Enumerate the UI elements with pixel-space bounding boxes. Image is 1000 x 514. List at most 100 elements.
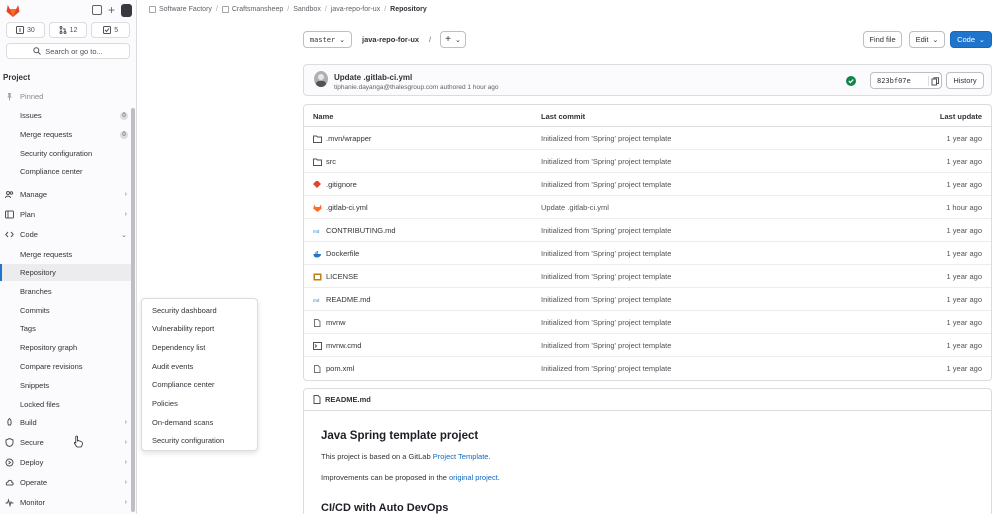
- sidebar-item-branches[interactable]: Branches: [0, 283, 131, 300]
- commit-title[interactable]: Update .gitlab-ci.yml: [334, 73, 412, 82]
- sidebar-item-snippets[interactable]: Snippets: [0, 377, 131, 394]
- user-avatar[interactable]: [121, 3, 132, 17]
- sidebar-group-build[interactable]: Build ›: [0, 414, 131, 431]
- file-name-cell[interactable]: md README.md: [313, 295, 371, 304]
- sidebar-item-label: Compare revisions: [20, 362, 83, 371]
- todos-counter[interactable]: 5: [91, 22, 131, 38]
- sidebar-item-repository-graph[interactable]: Repository graph: [0, 339, 131, 356]
- last-commit-cell[interactable]: Initialized from 'Spring' project templa…: [541, 157, 671, 166]
- table-row[interactable]: .gitignore Initialized from 'Spring' proj…: [304, 173, 991, 196]
- search-button[interactable]: Search or go to...: [6, 43, 130, 59]
- sidebar-group-secure[interactable]: Secure ›: [0, 434, 131, 451]
- table-row[interactable]: md README.md Initialized from 'Spring' pro…: [304, 288, 991, 311]
- last-commit-cell[interactable]: Initialized from 'Spring' project templa…: [541, 272, 671, 281]
- sidebar-item-compare-revisions[interactable]: Compare revisions: [0, 358, 131, 375]
- file-name-cell[interactable]: mvnw.cmd: [313, 341, 361, 350]
- sidebar-scrollbar[interactable]: [131, 108, 135, 512]
- table-row[interactable]: Dockerfile Initialized from 'Spring' proj…: [304, 242, 991, 265]
- file-name-cell[interactable]: LICENSE: [313, 272, 358, 281]
- sidebar-toggle-icon[interactable]: [91, 5, 102, 15]
- copy-icon[interactable]: [928, 76, 939, 86]
- create-new-icon[interactable]: +: [108, 4, 115, 16]
- sidebar-group-manage[interactable]: Manage ›: [0, 186, 131, 203]
- readme-text: Improvements can be proposed in the: [321, 473, 449, 482]
- sidebar-item-label: Merge requests: [20, 250, 73, 259]
- sidebar-group-monitor[interactable]: Monitor ›: [0, 494, 131, 511]
- pinned-header[interactable]: Pinned: [0, 88, 131, 105]
- sidebar-item-tags[interactable]: Tags: [0, 320, 131, 337]
- merge-requests-counter[interactable]: 12: [48, 22, 88, 38]
- flyout-item-security-configuration[interactable]: Security configuration: [152, 436, 224, 445]
- file-name-cell[interactable]: mvnw: [313, 318, 346, 327]
- sidebar-item-locked-files[interactable]: Locked files: [0, 396, 131, 413]
- last-commit-cell[interactable]: Update .gitlab-ci.yml: [541, 203, 609, 212]
- flyout-item-on-demand-scans[interactable]: On-demand scans: [152, 418, 213, 427]
- edit-dropdown-button[interactable]: Edit ⌄: [909, 31, 945, 48]
- breadcrumb-item[interactable]: java-repo-for-ux: [331, 6, 380, 13]
- table-row[interactable]: pom.xml Initialized from 'Spring' project…: [304, 357, 991, 380]
- sidebar-group-plan[interactable]: Plan ›: [0, 206, 131, 223]
- branch-selector[interactable]: master ⌄: [303, 31, 352, 48]
- sidebar-item-repository[interactable]: Repository: [0, 264, 131, 281]
- table-row[interactable]: .gitlab-ci.yml Update .gitlab-ci.yml 1 hou…: [304, 196, 991, 219]
- table-row[interactable]: mvnw Initialized from 'Spring' project te…: [304, 311, 991, 334]
- project-template-link[interactable]: Project Template: [433, 452, 489, 461]
- file-name-cell[interactable]: src: [313, 157, 336, 166]
- readme-filename[interactable]: README.md: [325, 395, 371, 404]
- file-name-cell[interactable]: md CONTRIBUTING.md: [313, 226, 396, 235]
- table-row[interactable]: .mvn/wrapper Initialized from 'Spring' pr…: [304, 127, 991, 150]
- table-row[interactable]: LICENSE Initialized from 'Spring' project…: [304, 265, 991, 288]
- pipeline-status-icon[interactable]: [846, 76, 856, 86]
- last-commit-cell[interactable]: Initialized from 'Spring' project templa…: [541, 364, 671, 373]
- sidebar-item-security-configuration[interactable]: Security configuration: [0, 145, 131, 162]
- file-name: .gitlab-ci.yml: [326, 203, 368, 212]
- history-button[interactable]: History: [946, 72, 984, 89]
- file-name-cell[interactable]: Dockerfile: [313, 249, 359, 258]
- sidebar-item-label: Compliance center: [20, 167, 83, 176]
- flyout-item-compliance-center[interactable]: Compliance center: [152, 380, 215, 389]
- sidebar-item-commits[interactable]: Commits: [0, 302, 131, 319]
- sidebar-item-issues[interactable]: Issues 0: [0, 107, 131, 124]
- original-project-link[interactable]: original project: [449, 473, 498, 482]
- sidebar-item-compliance-center[interactable]: Compliance center: [0, 163, 131, 180]
- file-name-cell[interactable]: pom.xml: [313, 364, 354, 373]
- chevron-right-icon: ›: [124, 459, 127, 466]
- file-name-cell[interactable]: .gitlab-ci.yml: [313, 203, 368, 212]
- repo-path-name[interactable]: java-repo-for-ux: [362, 35, 419, 44]
- breadcrumb-item[interactable]: Craftsmansheep: [221, 5, 283, 13]
- sidebar-item-label: Locked files: [20, 400, 60, 409]
- last-commit-cell[interactable]: Initialized from 'Spring' project templa…: [541, 180, 671, 189]
- sidebar-item-code-merge-requests[interactable]: Merge requests: [0, 246, 131, 263]
- last-commit-cell[interactable]: Initialized from 'Spring' project templa…: [541, 249, 671, 258]
- last-commit-cell[interactable]: Initialized from 'Spring' project templa…: [541, 318, 671, 327]
- flyout-item-security-dashboard[interactable]: Security dashboard: [152, 306, 217, 315]
- breadcrumb-item[interactable]: Sandbox: [293, 6, 321, 13]
- code-dropdown-button[interactable]: Code ⌄: [950, 31, 992, 48]
- add-to-tree-button[interactable]: + ⌄: [440, 31, 466, 48]
- breadcrumb-item[interactable]: Software Factory: [149, 5, 212, 13]
- commit-sha[interactable]: 823bf07e: [870, 72, 942, 89]
- breadcrumb-label: Sandbox: [293, 5, 321, 13]
- file-name-cell[interactable]: .mvn/wrapper: [313, 134, 371, 143]
- last-commit-cell[interactable]: Initialized from 'Spring' project templa…: [541, 134, 671, 143]
- flyout-item-policies[interactable]: Policies: [152, 399, 178, 408]
- last-commit-cell[interactable]: Initialized from 'Spring' project templa…: [541, 341, 671, 350]
- gitlab-logo-icon[interactable]: [6, 4, 20, 17]
- last-commit-cell[interactable]: Initialized from 'Spring' project templa…: [541, 226, 671, 235]
- table-row[interactable]: md CONTRIBUTING.md Initialized from 'Sprin…: [304, 219, 991, 242]
- flyout-item-vulnerability-report[interactable]: Vulnerability report: [152, 324, 214, 333]
- find-file-button[interactable]: Find file: [863, 31, 902, 48]
- sidebar-group-code[interactable]: Code ⌄: [0, 226, 131, 243]
- author-avatar[interactable]: [314, 71, 328, 87]
- file-name-cell[interactable]: .gitignore: [313, 179, 357, 189]
- table-row[interactable]: src Initialized from 'Spring' project tem…: [304, 150, 991, 173]
- sidebar-item-merge-requests[interactable]: Merge requests 0: [0, 126, 131, 143]
- last-commit-cell[interactable]: Initialized from 'Spring' project templa…: [541, 295, 671, 304]
- sidebar-group-label: Code: [20, 230, 38, 239]
- table-row[interactable]: mvnw.cmd Initialized from 'Spring' projec…: [304, 334, 991, 357]
- flyout-item-audit-events[interactable]: Audit events: [152, 362, 193, 371]
- sidebar-group-operate[interactable]: Operate ›: [0, 474, 131, 491]
- sidebar-group-deploy[interactable]: Deploy ›: [0, 454, 131, 471]
- flyout-item-dependency-list[interactable]: Dependency list: [152, 343, 205, 352]
- issues-counter[interactable]: 30: [6, 22, 45, 38]
